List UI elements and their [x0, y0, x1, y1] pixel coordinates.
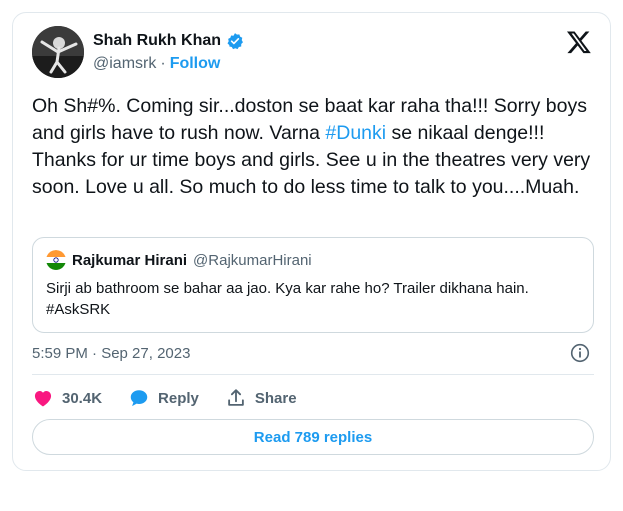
quoted-tweet[interactable]: Rajkumar Hirani @RajkumarHirani Sirji ab…: [32, 237, 594, 333]
share-button[interactable]: Share: [225, 387, 297, 409]
quoted-tweet-text: Sirji ab bathroom se bahar aa jao. Kya k…: [46, 280, 529, 318]
avatar[interactable]: [32, 26, 84, 78]
info-icon[interactable]: [570, 343, 590, 363]
like-button[interactable]: 30.4K: [32, 387, 102, 409]
india-flag-icon: [46, 250, 66, 270]
heart-icon: [32, 387, 54, 409]
author-handle-row: @iamsrk · Follow: [93, 55, 220, 73]
divider: [32, 374, 594, 375]
author-display-name[interactable]: Shah Rukh Khan: [93, 32, 221, 50]
reply-button[interactable]: Reply: [128, 387, 199, 409]
quoted-author-name[interactable]: Rajkumar Hirani: [72, 252, 187, 269]
tweet-timestamp[interactable]: 5:59 PM · Sep 27, 2023: [32, 345, 190, 362]
share-icon: [225, 387, 247, 409]
author-handle[interactable]: @iamsrk: [93, 55, 156, 73]
x-logo-icon[interactable]: [566, 29, 592, 55]
verified-badge-icon: [226, 32, 244, 50]
quoted-tweet-header: Rajkumar Hirani @RajkumarHirani: [46, 250, 312, 270]
reply-bubble-icon: [128, 387, 150, 409]
reply-label: Reply: [158, 389, 199, 407]
separator-dot: ·: [160, 55, 166, 72]
like-count: 30.4K: [62, 389, 103, 407]
share-label: Share: [254, 389, 297, 407]
follow-button[interactable]: Follow: [170, 55, 221, 73]
quoted-author-handle[interactable]: @RajkumarHirani: [193, 252, 312, 269]
action-bar: 30.4K Reply Share: [32, 387, 297, 409]
tweet-text: Oh Sh#%. Coming sir...doston se baat kar…: [32, 93, 598, 201]
author-name-row: Shah Rukh Khan: [93, 32, 244, 50]
tweet-card: Shah Rukh Khan @iamsrk · Follow Oh Sh#%.…: [12, 12, 611, 471]
read-replies-button[interactable]: Read 789 replies: [32, 419, 594, 455]
hashtag-link[interactable]: #Dunki: [325, 122, 386, 144]
